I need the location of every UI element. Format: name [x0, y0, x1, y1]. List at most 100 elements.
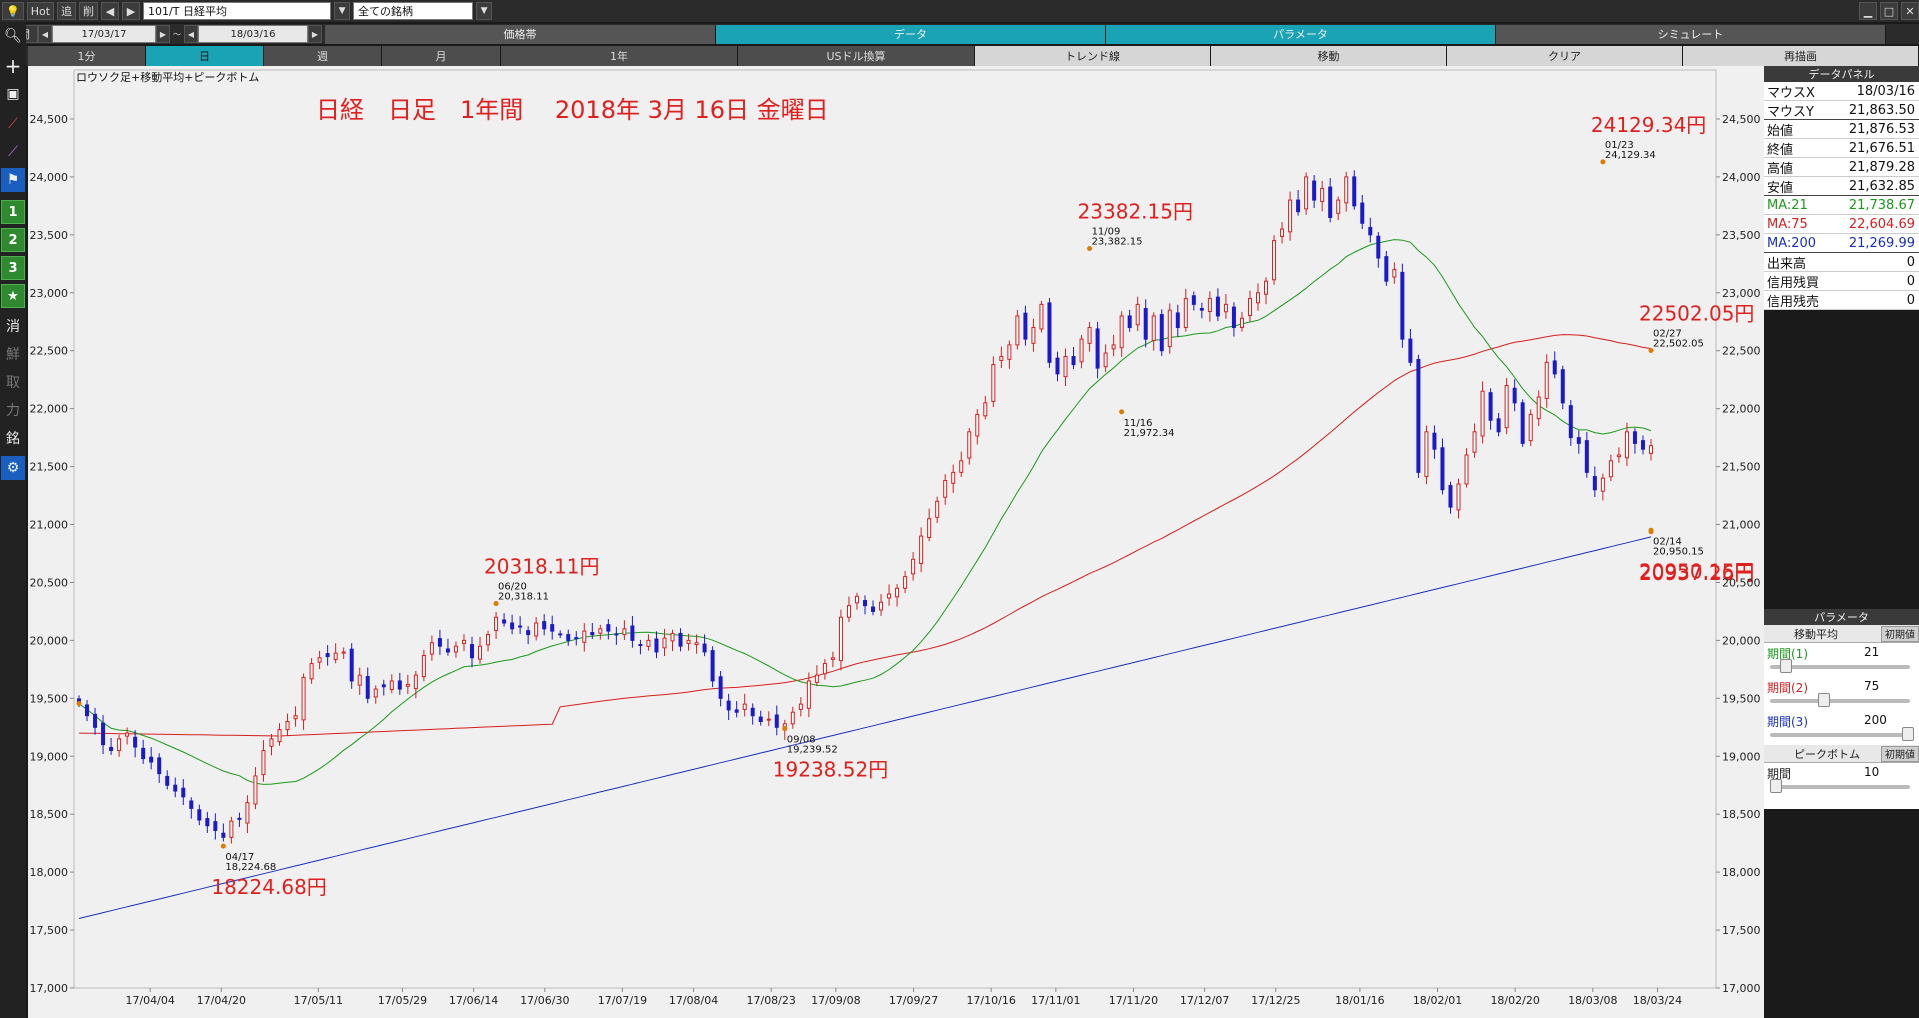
peak-marker — [76, 701, 82, 707]
ma-header: 移動平均 初期値 — [1764, 625, 1919, 643]
next-symbol-button[interactable]: ▶ — [122, 2, 141, 20]
tab-move[interactable]: 移動 — [1211, 46, 1447, 66]
candle-body — [1632, 431, 1637, 444]
start-next-icon[interactable]: ▶ — [156, 25, 170, 43]
erase-icon[interactable]: 消 — [1, 314, 25, 338]
chevron-down-icon[interactable]: ▼ — [334, 2, 351, 20]
candle-body — [1536, 396, 1541, 420]
peak-bottom-reset-button[interactable]: 初期値 — [1881, 745, 1919, 762]
tab-monthly[interactable]: 月 — [382, 46, 501, 66]
candle-body — [1352, 176, 1357, 207]
flag-icon[interactable]: ⚑ — [1, 168, 25, 192]
chart-area[interactable]: ロウソク足+移動平均+ピークボトム 日経 日足 1年間 2018年 3月 16日… — [28, 66, 1764, 1018]
start-prev-icon[interactable]: ◀ — [38, 25, 52, 43]
close-icon[interactable]: ✕ — [1901, 2, 1919, 20]
candle-body — [486, 634, 491, 646]
tab-1year[interactable]: 1年 — [501, 46, 738, 66]
torihiki-icon[interactable]: 取 — [1, 370, 25, 394]
candle-body — [1496, 418, 1501, 433]
candle-body — [646, 639, 651, 647]
ma-period-2-thumb[interactable] — [1818, 693, 1830, 707]
slot-1-button[interactable]: 1 — [1, 200, 25, 224]
hot-button[interactable]: Hot — [26, 2, 55, 20]
candle-body — [502, 619, 507, 624]
prev-symbol-button[interactable]: ◀ — [101, 2, 120, 20]
y-tick-label: 18,000 — [1722, 866, 1761, 879]
peak-bottom-thumb[interactable] — [1770, 779, 1782, 793]
tab-daily[interactable]: 日 — [146, 46, 264, 66]
stock-icon[interactable]: 銘 — [1, 426, 25, 450]
star-icon[interactable]: ★ — [1, 284, 25, 308]
tab-price-band[interactable]: 価格帯 — [325, 24, 716, 44]
peak-bottom-period-value[interactable]: 10 — [1864, 765, 1879, 779]
slot-3-button[interactable]: 3 — [1, 256, 25, 280]
data-panel-row: 安値 21,632.85 — [1764, 177, 1919, 196]
ma-reset-button[interactable]: 初期値 — [1881, 625, 1919, 642]
delete-button[interactable]: 削 — [79, 2, 99, 20]
bulb-icon[interactable]: 💡 — [2, 2, 24, 20]
candlestick-chart[interactable]: ロウソク足+移動平均+ピークボトム 日経 日足 1年間 2018年 3月 16日… — [28, 66, 1764, 1018]
camera-icon[interactable]: ▣ — [1, 82, 25, 106]
candle-body — [1264, 280, 1269, 295]
candle-body — [967, 431, 972, 459]
tab-parameter[interactable]: パラメータ — [1106, 24, 1496, 44]
ma-period-3-thumb[interactable] — [1902, 727, 1914, 741]
candle-body — [814, 674, 819, 683]
peak-bottom-header: ピークボトム 初期値 — [1764, 745, 1919, 763]
start-date-input[interactable]: 17/03/17 — [52, 25, 156, 43]
candle-body — [534, 622, 539, 637]
tab-1min[interactable]: 1分 — [28, 46, 146, 66]
candle-body — [774, 714, 779, 728]
candle-body — [766, 718, 771, 721]
candle-body — [261, 749, 266, 776]
tab-data[interactable]: データ — [716, 24, 1106, 44]
candle-body — [109, 746, 114, 751]
kan-icon[interactable]: 鮮 — [1, 342, 25, 366]
tab-clear[interactable]: クリア — [1447, 46, 1683, 66]
y-tick-label: 23,500 — [1722, 229, 1761, 242]
peak-big-label: 19238.52円 — [773, 758, 888, 782]
ma-period-3-slider[interactable] — [1770, 733, 1910, 737]
peak-big-label: 24129.34円 — [1591, 113, 1706, 137]
plus-icon[interactable]: + — [1, 54, 25, 78]
chevron-down-icon[interactable]: ▼ — [476, 2, 493, 20]
annotation-title: 日経 日足 1年間 2018年 3月 16日 金曜日 — [316, 96, 829, 124]
tab-redraw[interactable]: 再描画 — [1683, 46, 1919, 66]
end-prev-icon[interactable]: ◀ — [184, 25, 198, 43]
end-date-input[interactable]: 18/03/16 — [198, 25, 308, 43]
y-tick-label: 18,500 — [1722, 808, 1761, 821]
tab-weekly[interactable]: 週 — [264, 46, 382, 66]
peak-bottom-slider[interactable] — [1770, 785, 1910, 789]
minimize-icon[interactable]: ▁ — [1859, 2, 1877, 20]
ma-period-1-value[interactable]: 21 — [1864, 645, 1879, 659]
end-next-icon[interactable]: ▶ — [308, 25, 322, 43]
x-tick-label: 17/10/16 — [966, 994, 1015, 1007]
chart-trend-icon[interactable]: ⟋ — [1, 140, 25, 164]
tab-usd[interactable]: USドル換算 — [738, 46, 975, 66]
symbol-input[interactable]: 101/T 日経平均 — [143, 2, 332, 20]
ma-period-2-slider[interactable] — [1770, 699, 1910, 703]
candle-body — [421, 654, 426, 678]
maximize-icon[interactable]: □ — [1880, 2, 1898, 20]
ma-period-1-thumb[interactable] — [1780, 659, 1792, 673]
candle-body — [863, 600, 867, 607]
candle-body — [1512, 387, 1517, 404]
ma-period-3-value[interactable]: 200 — [1864, 713, 1887, 727]
market-select[interactable]: 全ての銘柄 — [353, 2, 474, 20]
ma-period-2-value[interactable]: 75 — [1864, 679, 1879, 693]
y-tick-label: 21,500 — [1722, 461, 1761, 474]
candle-body — [582, 630, 587, 643]
candle-body — [790, 711, 795, 725]
gear-icon[interactable]: ⚙ — [1, 456, 25, 480]
y-tick-label: 24,000 — [30, 171, 69, 184]
slot-2-button[interactable]: 2 — [1, 228, 25, 252]
tab-trendline[interactable]: トレンド線 — [975, 46, 1211, 66]
candle-body — [590, 632, 595, 636]
tab-simulate[interactable]: シミュレート — [1496, 24, 1886, 44]
candle-body — [1416, 359, 1421, 473]
y-tick-label: 19,000 — [30, 750, 69, 763]
chart-line-icon[interactable]: ⟋ — [1, 112, 25, 136]
chikara-icon[interactable]: 力 — [1, 398, 25, 422]
add-button[interactable]: 追 — [57, 2, 77, 20]
search-icon[interactable]: 🔍︎ — [1, 24, 25, 48]
